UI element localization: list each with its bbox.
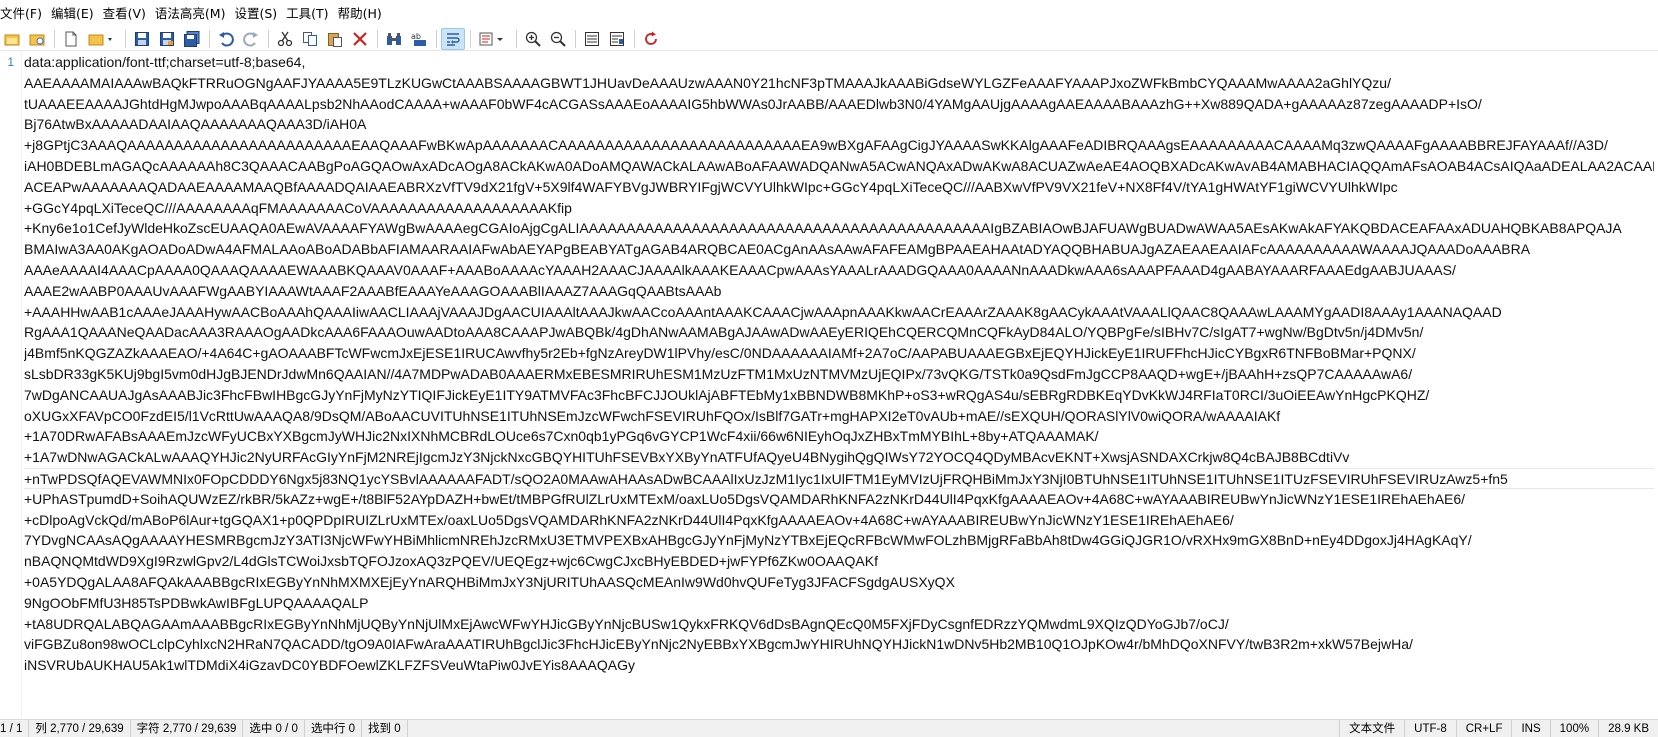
- text-line: +cDlpoAgVckQd/mABoP6lAur+tgGQAX1+p0QPDpI…: [24, 511, 1234, 528]
- menu-help[interactable]: 帮助(H): [335, 0, 388, 27]
- toolbar-separator: [125, 29, 126, 48]
- editor-area[interactable]: 1 data:application/font-ttf;charset=utf-…: [0, 52, 1658, 719]
- toolbar-separator: [209, 29, 210, 48]
- line-number: 1: [7, 55, 14, 69]
- menu-edit[interactable]: 编辑(E): [48, 0, 100, 27]
- toolbar-separator: [436, 29, 437, 48]
- text-line: j4Bmf5nKQGZAZkAAAEAO/+4A64C+gAOAAABFTcWF…: [24, 345, 1416, 362]
- text-line: Bj76AtwBxAAAAADAAIAAQAAAAAAAQAAA3D/iAH0A: [24, 116, 367, 133]
- text-line: AAAeAAAAI4AAACpAAAA0QAAAQAAAAEWAAABKQAAA…: [24, 261, 1456, 278]
- status-file-type[interactable]: 文本文件: [1339, 719, 1404, 737]
- status-bar: 1 / 1列 2,770 / 29,639 字符 2,770 / 29,639 选中…: [0, 719, 1658, 737]
- text-line: +UPhASTpumdD+SoihAQUWzEZ/rkBR/5kAZz+wgE+…: [24, 490, 1466, 507]
- status-line-ending[interactable]: CR+LF: [1455, 719, 1512, 737]
- highlight-dropdown-icon[interactable]: [475, 28, 511, 50]
- text-line: +1A70DRwAFABsAAAEmJzcWFyUCBxYXBgcmJyWHJi…: [24, 428, 1099, 445]
- status-found: 找到 0: [362, 719, 408, 737]
- line-number-gutter: 1: [0, 52, 22, 719]
- refresh-icon[interactable]: [639, 28, 663, 50]
- text-line: +1A7wDNwAGACkALwAAAQYHJic2NyURFAcGIyYnFj…: [24, 449, 1350, 466]
- toolbar-separator: [575, 29, 576, 48]
- paste-icon[interactable]: [323, 28, 347, 50]
- open-folder-icon[interactable]: [0, 28, 24, 50]
- menu-file[interactable]: 文件(F): [0, 0, 48, 27]
- redo-icon[interactable]: [239, 28, 263, 50]
- zoom-in-icon[interactable]: [521, 28, 545, 50]
- text-line: AAEAAAAMAIAAAwBAQkFTRRuOGNgAAFJYAAAA5E9T…: [24, 74, 1391, 91]
- current-line: +nTwPDSQfAQEVAWMNIx0FOpCDDDY6Ngx5j83NQ1y…: [24, 467, 1654, 489]
- text-line: AAAE2wAABP0AAAUvAAAFWgAABYIAAAWtAAAF2AAA…: [24, 282, 722, 299]
- toolbar-separator: [54, 29, 55, 48]
- text-line: ACEAPwAAAAAAAQADAAEAAAAMAAQBfAAAADQAIAAE…: [24, 178, 1398, 195]
- text-line: +AAAHHwAAB1cAAAeJAAAHywAACBoAAAhQAAAIiwA…: [24, 303, 1502, 320]
- status-selection: 选中 0 / 0: [243, 719, 305, 737]
- menu-bar: 文件(F) 编辑(E) 查看(V) 语法高亮(M) 设置(S) 工具(T) 帮助(H): [0, 0, 1658, 27]
- cut-icon[interactable]: [273, 28, 297, 50]
- toolbar-separator: [634, 29, 635, 48]
- text-line: 7YDvgNCAAsAQgAAAAYHESMRBgcmJzY3ATI3NjcWF…: [24, 532, 1472, 549]
- open-file-icon[interactable]: [84, 28, 120, 50]
- view-icon[interactable]: [580, 28, 604, 50]
- text-line: +0A5YDQgALAA8AFQAkAAABBgcRIxEGByYnNhMXMX…: [24, 573, 955, 590]
- save-all-icon[interactable]: [180, 28, 204, 50]
- settings-view-icon[interactable]: [605, 28, 629, 50]
- menu-settings[interactable]: 设置(S): [231, 0, 283, 27]
- menu-view[interactable]: 查看(V): [100, 0, 152, 27]
- text-line: oXUGxXFAVpCO0FzdEI5/l1VcRttUwAAAQA8/9DsQ…: [24, 407, 1281, 424]
- toolbar: ab: [0, 27, 1658, 51]
- toolbar-separator: [516, 29, 517, 48]
- text-line: iNSVRUbAUKHAU5Ak1wlTDMdiX4iGzavDC0YBDFOe…: [24, 657, 635, 674]
- new-file-icon[interactable]: [59, 28, 83, 50]
- status-line-count: 1 / 1: [0, 719, 30, 737]
- toolbar-separator: [377, 29, 378, 48]
- copy-icon[interactable]: [298, 28, 322, 50]
- text-line: viFGBZu8on98wOCLclpCyhlxcN2HRaN7QACADD/t…: [24, 636, 1413, 653]
- undo-icon[interactable]: [214, 28, 238, 50]
- vertical-scrollbar[interactable]: [1652, 52, 1658, 719]
- delete-icon[interactable]: [348, 28, 372, 50]
- status-selected-lines: 选中行 0: [305, 719, 363, 737]
- text-line: +Kny6e1o1CefJyWldeHkoZscEUAAQA0AEwAVAAAA…: [24, 220, 1622, 237]
- status-char: 字符 2,770 / 29,639: [131, 719, 244, 737]
- text-line: 9NgOObFMfU3H85TsPDBwkAwIBFgLUPQAAAAQALP: [24, 594, 369, 611]
- word-wrap-icon[interactable]: [441, 27, 465, 50]
- menu-syntax[interactable]: 语法高亮(M): [152, 0, 232, 27]
- status-column: 列 2,770 / 29,639: [29, 719, 131, 737]
- recent-files-icon[interactable]: [25, 28, 49, 50]
- status-file-size[interactable]: 28.9 KB: [1598, 719, 1658, 737]
- find-icon[interactable]: [382, 28, 406, 50]
- status-zoom[interactable]: 100%: [1549, 719, 1598, 737]
- replace-icon[interactable]: ab: [407, 28, 431, 50]
- text-line: nBAQNQMtdWD9XgI9RzwlGpv2/L4dGlsTCWoiJxsb…: [24, 553, 878, 570]
- save-as-icon[interactable]: [155, 28, 179, 50]
- text-content[interactable]: data:application/font-ttf;charset=utf-8;…: [24, 52, 1654, 719]
- save-icon[interactable]: [130, 28, 154, 50]
- text-line: tUAAAEEAAAAJGhtdHgMJwpoAAABqAAAALpsb2NhA…: [24, 95, 1482, 112]
- text-line: iAH0BDEBLmAGAQcAAAAAAh8C3QAAACAABgPoAGQA…: [24, 157, 1654, 174]
- text-line: +GGcY4pqLXiTeceQC///AAAAAAAAqFMAAAAAAACo…: [24, 199, 572, 216]
- text-line: sLsbDR33gK5KUj9bgI5vm0dHJgBJENDrJdwMn6QA…: [24, 365, 1413, 382]
- menu-tools[interactable]: 工具(T): [283, 0, 334, 27]
- text-line: data:application/font-ttf;charset=utf-8;…: [24, 54, 306, 70]
- status-encoding[interactable]: UTF-8: [1404, 719, 1456, 737]
- text-line: RgAAA1QAAANeQAADacAAA3RAAAOgAADkcAAA6FAA…: [24, 324, 1424, 341]
- status-insert-mode[interactable]: INS: [1511, 719, 1549, 737]
- toolbar-separator: [268, 29, 269, 48]
- text-line: 7wDgANCAAUAJgAsAAABJic3FhcFBwIHBgcGJyYnF…: [24, 386, 1430, 403]
- text-line: +j8GPtjC3AAAQAAAAAAAAAAAAAAAAAAAAAAAAEAA…: [24, 137, 1608, 154]
- text-line: +tA8UDRQALABQAGAAmAAABBgcRIxEGByYnNhMjUQ…: [24, 615, 1229, 632]
- svg-text:ab: ab: [411, 32, 421, 41]
- text-line: BMAIwA3AA0AKgAOADoADwA4AFMALAAoABoADABbA…: [24, 241, 1531, 258]
- zoom-out-icon[interactable]: [546, 28, 570, 50]
- toolbar-separator: [470, 29, 471, 48]
